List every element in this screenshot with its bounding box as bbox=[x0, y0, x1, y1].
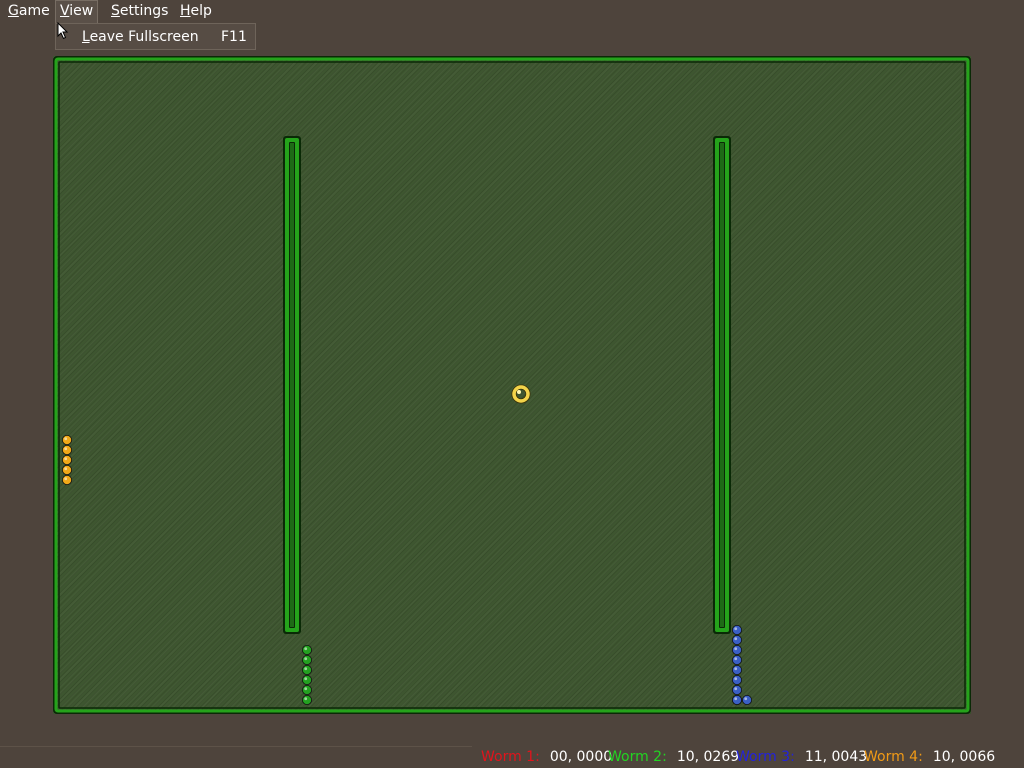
worm-3-segment-highlight bbox=[734, 647, 738, 651]
worm-2-segment bbox=[301, 695, 312, 706]
worm-4-segment-highlight bbox=[64, 437, 68, 441]
score-worm-1: Worm 1: 00, 0000 bbox=[481, 749, 612, 765]
worm-2-segment bbox=[301, 685, 312, 696]
worm-2-segment-highlight bbox=[304, 667, 308, 671]
worm-2-segment-highlight bbox=[304, 687, 308, 691]
worm-4-segment bbox=[61, 454, 72, 465]
worm-3-score: 11, 0043 bbox=[804, 749, 868, 765]
menu-help-label: elp bbox=[190, 3, 212, 19]
menu-view[interactable]: View bbox=[55, 0, 99, 23]
right-inner-wall bbox=[713, 136, 731, 634]
worm-3-segment bbox=[732, 695, 743, 706]
worm-4-segment bbox=[61, 444, 72, 455]
bonus-ring-icon bbox=[511, 384, 531, 404]
worm-4-segment-highlight bbox=[64, 457, 68, 461]
worm-3-segment-highlight bbox=[744, 697, 748, 701]
score-worm-3: Worm 3: 11, 0043 bbox=[736, 749, 867, 765]
view-menu-dropdown: Leave Fullscreen F11 bbox=[55, 23, 256, 50]
leave-fullscreen-label: eave Fullscreen bbox=[89, 29, 199, 45]
worm-3-segment-highlight bbox=[734, 687, 738, 691]
worm-2-segment-highlight bbox=[304, 657, 308, 661]
worm-4-segment-highlight bbox=[64, 467, 68, 471]
worm-3-segment bbox=[732, 655, 743, 666]
status-bar: Worm 1: 00, 0000 Worm 2: 10, 0269 Worm 3: 1… bbox=[0, 747, 1024, 768]
worm-2-segment-highlight bbox=[304, 697, 308, 701]
worm-2-segment bbox=[301, 655, 312, 666]
worm-3-label: Worm 3: bbox=[736, 749, 795, 765]
worm-3-segment bbox=[732, 675, 743, 686]
menu-help[interactable]: Help bbox=[176, 1, 216, 21]
worm-3-segment-highlight bbox=[734, 637, 738, 641]
worm-2-label: Worm 2: bbox=[608, 749, 667, 765]
game-board bbox=[53, 56, 971, 714]
worm-4-segment bbox=[61, 434, 72, 445]
menu-view-label: iew bbox=[69, 3, 94, 19]
worm-1-score: 00, 0000 bbox=[549, 749, 613, 765]
worm-2-segment-highlight bbox=[304, 647, 308, 651]
score-worm-4: Worm 4: 10, 0066 bbox=[864, 749, 995, 765]
worm-3-segment-highlight bbox=[734, 667, 738, 671]
menu-settings-label: ettings bbox=[119, 3, 169, 19]
worm-3-segment bbox=[742, 695, 753, 706]
worm-4-score: 10, 0066 bbox=[932, 749, 996, 765]
worm-2-segment bbox=[301, 675, 312, 686]
worm-3-segment-highlight bbox=[734, 697, 738, 701]
worm-4-label: Worm 4: bbox=[864, 749, 923, 765]
worm-4-segment-highlight bbox=[64, 447, 68, 451]
worm-1-label: Worm 1: bbox=[481, 749, 540, 765]
worm-2-segment bbox=[301, 665, 312, 676]
worm-3-segment-highlight bbox=[734, 657, 738, 661]
worm-3-segment-highlight bbox=[734, 677, 738, 681]
worm-3-segment-highlight bbox=[734, 627, 738, 631]
worm-3-segment bbox=[732, 665, 743, 676]
leave-fullscreen-mnemonic: L bbox=[82, 29, 90, 45]
menu-settings[interactable]: Settings bbox=[107, 1, 172, 21]
border-wall bbox=[53, 56, 971, 714]
worm-4 bbox=[61, 434, 72, 485]
worm-2-score: 10, 0269 bbox=[676, 749, 740, 765]
worm-2-segment bbox=[301, 645, 312, 656]
score-worm-2: Worm 2: 10, 0269 bbox=[608, 749, 739, 765]
worm-4-segment bbox=[61, 464, 72, 475]
menu-bar: Game View Settings Help bbox=[0, 0, 1024, 23]
menu-game-label: ame bbox=[18, 3, 50, 19]
worm-3 bbox=[732, 625, 753, 706]
worm-2 bbox=[301, 645, 312, 706]
left-inner-wall bbox=[283, 136, 301, 634]
mouse-pointer-icon bbox=[57, 22, 69, 40]
worm-4-segment-highlight bbox=[64, 477, 68, 481]
menu-game[interactable]: Game bbox=[4, 1, 54, 21]
worm-3-segment bbox=[732, 635, 743, 646]
leave-fullscreen-shortcut: F11 bbox=[221, 29, 247, 45]
worm-2-segment-highlight bbox=[304, 677, 308, 681]
game-field[interactable] bbox=[53, 56, 971, 714]
menu-help-mnemonic: H bbox=[180, 3, 191, 19]
menu-game-mnemonic: G bbox=[8, 3, 19, 19]
leave-fullscreen-menu-item[interactable]: Leave Fullscreen bbox=[82, 29, 199, 45]
worm-4-segment bbox=[61, 474, 72, 485]
menu-view-mnemonic: V bbox=[60, 3, 70, 19]
worm-3-segment bbox=[732, 625, 743, 636]
menu-settings-mnemonic: S bbox=[111, 3, 120, 19]
worm-3-segment bbox=[732, 645, 743, 656]
worm-3-segment bbox=[732, 685, 743, 696]
